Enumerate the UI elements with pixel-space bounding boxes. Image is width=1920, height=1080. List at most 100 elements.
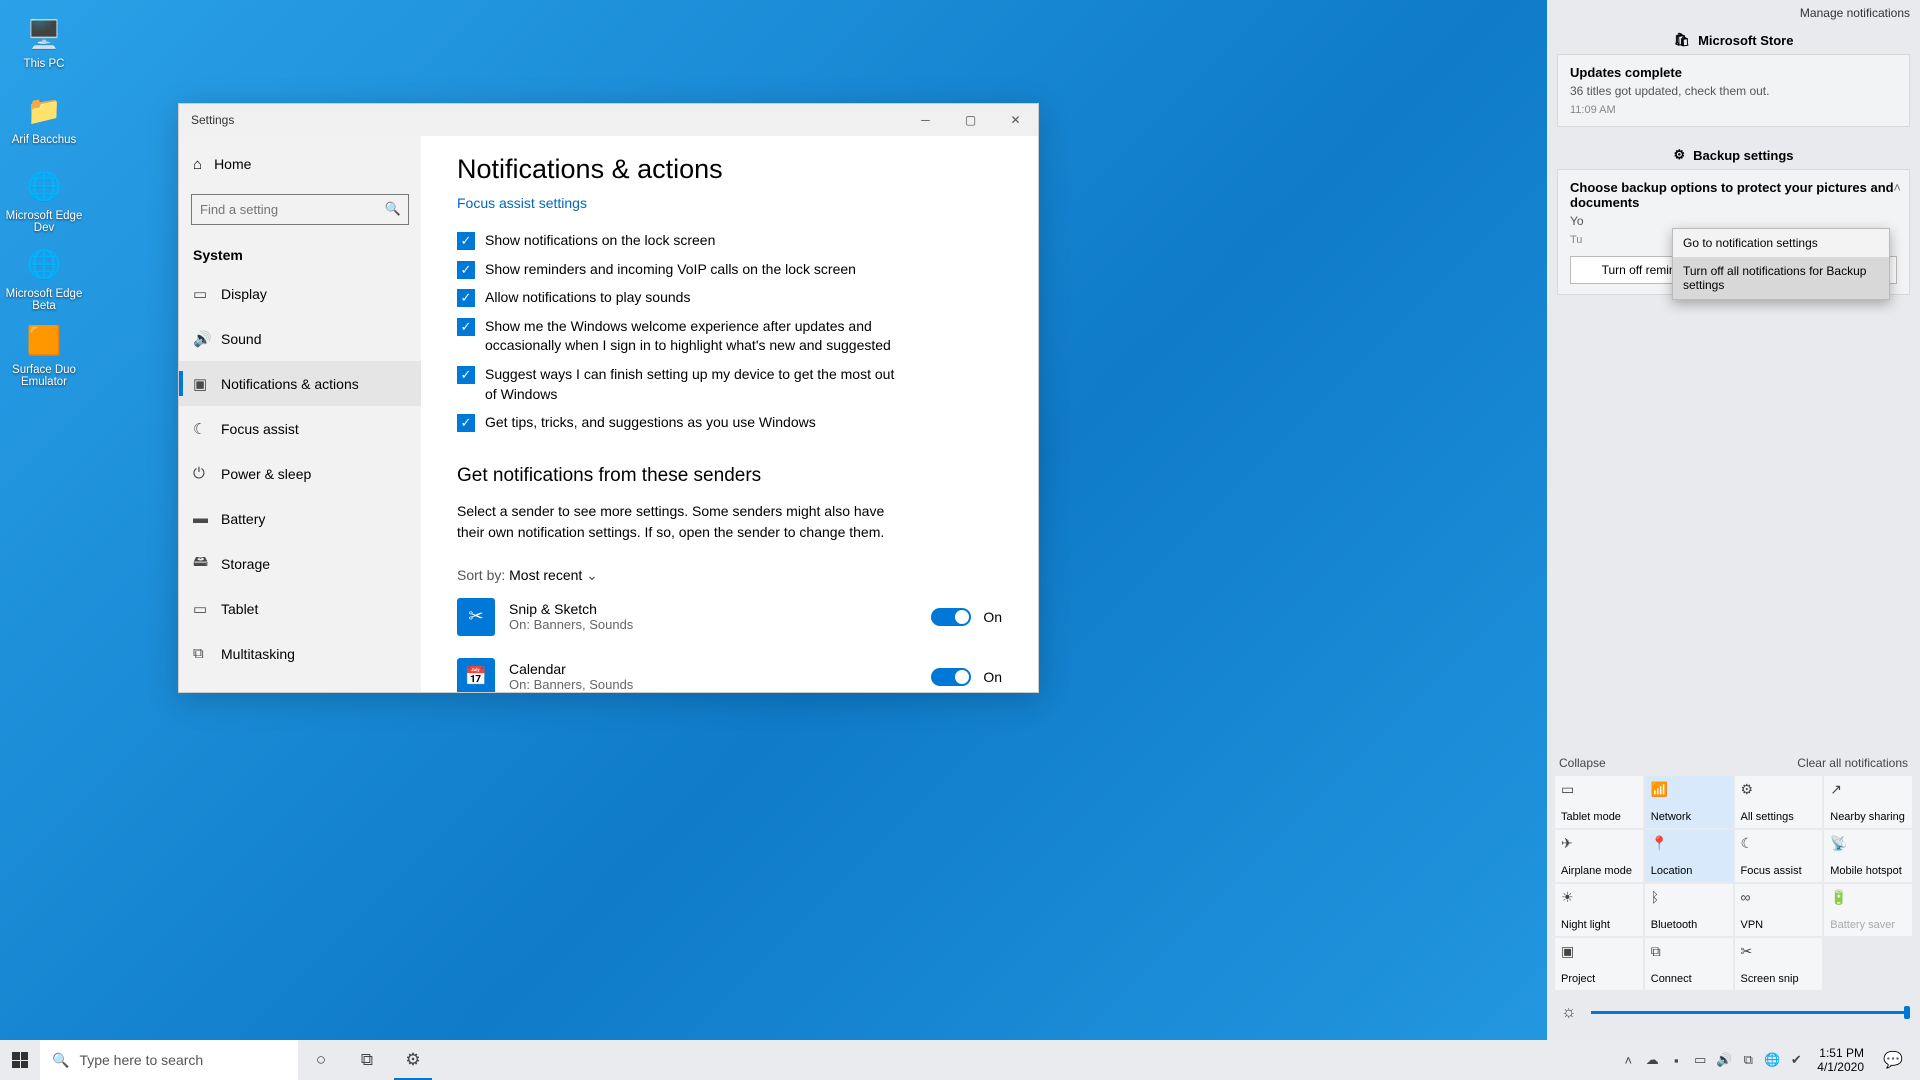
checkbox-label: Allow notifications to play sounds [485,288,690,308]
checkbox-row[interactable]: ✓ Suggest ways I can finish setting up m… [457,365,1002,404]
clear-all-button[interactable]: Clear all notifications [1797,756,1908,770]
quick-action-tile[interactable]: ᛒ Bluetooth [1645,884,1733,936]
nav-item[interactable]: 🖴 Storage [179,541,421,586]
search-icon: 🔍 [385,201,401,217]
brightness-slider[interactable]: ☼ [1547,992,1920,1040]
minimize-button[interactable]: ─ [903,104,948,135]
system-tray: ˄ ☁ ▪ ▭ 🔊 ⧉ 🌐 ✔ 1:51 PM 4/1/2020 💬 [1617,1046,1920,1075]
nav-icon: ☾ [193,420,221,438]
page-title: Notifications & actions [457,154,1002,185]
nav-item[interactable]: ▭ Display [179,271,421,316]
search-box[interactable]: 🔍 Type here to search [40,1040,298,1080]
group-header[interactable]: 🛍 Microsoft Store [1557,26,1910,54]
quick-action-tile[interactable]: 📶 Network [1645,776,1733,828]
quick-action-tile[interactable]: ∞ VPN [1735,884,1823,936]
tray-onedrive-icon[interactable]: ☁ [1641,1052,1663,1068]
quick-action-tile[interactable]: ✂ Screen snip [1735,938,1823,990]
checkbox-row[interactable]: ✓ Get tips, tricks, and suggestions as y… [457,413,1002,433]
quick-action-tile[interactable]: 📍 Location [1645,830,1733,882]
tray-network-icon[interactable]: ▭ [1689,1052,1711,1068]
titlebar[interactable]: Settings ─ ▢ ✕ [179,104,1038,136]
sender-toggle[interactable] [931,668,971,686]
desktop-icon[interactable]: 🌐 Microsoft Edge Dev [0,166,88,234]
tray-security-icon[interactable]: ✔ [1785,1052,1807,1068]
taskbar-clock[interactable]: 1:51 PM 4/1/2020 [1809,1046,1872,1075]
desktop-icon[interactable]: 📁 Arif Bacchus [0,90,88,146]
group-header[interactable]: ⚙ Backup settings [1557,141,1910,169]
tray-nvidia-icon[interactable]: ▪ [1665,1053,1687,1068]
nav-label: Sound [221,331,261,347]
sender-icon: 📅 [457,658,495,692]
sort-dropdown[interactable]: Sort by: Most recent ⌄ [457,567,1002,584]
quick-action-tile[interactable]: ☾ Focus assist [1735,830,1823,882]
desktop-icon[interactable]: 🖥️ This PC [0,14,88,70]
maximize-button[interactable]: ▢ [948,104,993,135]
sender-row[interactable]: 📅 Calendar On: Banners, Sounds On [457,658,1002,692]
task-view-button[interactable]: ⧉ [344,1040,390,1080]
tile-icon: ▭ [1561,781,1637,798]
quick-action-tile[interactable]: ⚙ All settings [1735,776,1823,828]
sender-toggle[interactable] [931,608,971,626]
nav-item[interactable]: 🔊 Sound [179,316,421,361]
brightness-icon: ☼ [1561,1002,1577,1022]
quick-action-tile[interactable]: ▣ Project [1555,938,1643,990]
quick-action-tile[interactable]: ⧉ Connect [1645,938,1733,990]
search-input[interactable] [191,194,409,225]
manage-notifications-link[interactable]: Manage notifications [1547,0,1920,26]
nav-item[interactable]: ▭ Tablet [179,586,421,631]
notification-card[interactable]: Updates complete 36 titles got updated, … [1557,54,1910,127]
nav-item[interactable]: ⏻ Power & sleep [179,451,421,496]
quick-action-tile[interactable]: ✈ Airplane mode [1555,830,1643,882]
chevron-up-icon[interactable]: ˄ [1893,180,1901,195]
desktop-icon-label: Arif Bacchus [0,134,88,146]
quick-action-tile[interactable]: 📡 Mobile hotspot [1824,830,1912,882]
cortana-button[interactable]: ○ [298,1040,344,1080]
quick-action-tile[interactable]: ▭ Tablet mode [1555,776,1643,828]
desktop-icon[interactable]: 🟧 Surface Duo Emulator [0,320,88,388]
nav-label: Battery [221,511,265,527]
tile-label: Bluetooth [1651,919,1727,931]
home-nav[interactable]: ⌂ Home [179,144,421,184]
quick-action-tile[interactable]: ☀ Night light [1555,884,1643,936]
tile-label: Mobile hotspot [1830,865,1906,877]
tile-icon: 📡 [1830,835,1906,852]
collapse-button[interactable]: Collapse [1559,756,1606,770]
chevron-down-icon: ⌄ [586,567,598,583]
nav-item[interactable]: ⧉ Multitasking [179,631,421,676]
checkbox-row[interactable]: ✓ Show me the Windows welcome experience… [457,317,1002,356]
ctx-turn-off[interactable]: Turn off all notifications for Backup se… [1673,257,1889,299]
tray-ime-icon[interactable]: 🌐 [1761,1052,1783,1068]
desktop-icon-glyph: 🌐 [24,244,64,284]
start-button[interactable] [0,1040,40,1080]
checkbox-row[interactable]: ✓ Show notifications on the lock screen [457,231,1002,251]
checkbox-label: Show notifications on the lock screen [485,231,715,251]
nav-item[interactable]: ▣ Notifications & actions [179,361,421,406]
focus-assist-link[interactable]: Focus assist settings [457,195,1002,211]
window-body: ⌂ Home 🔍 System ▭ Display 🔊 Sound ▣ Noti… [179,136,1038,692]
close-button[interactable]: ✕ [993,104,1038,135]
tray-chevron-icon[interactable]: ˄ [1617,1053,1639,1068]
ctx-go-settings[interactable]: Go to notification settings [1673,229,1889,257]
store-icon: 🛍 [1674,32,1691,48]
quick-action-tile[interactable]: ↗ Nearby sharing [1824,776,1912,828]
tray-app-icon[interactable]: ⧉ [1737,1052,1759,1068]
senders-heading: Get notifications from these senders [457,465,1002,487]
tile-label: Connect [1651,973,1727,985]
sender-row[interactable]: ✂ Snip & Sketch On: Banners, Sounds On [457,598,1002,636]
checkbox-row[interactable]: ✓ Allow notifications to play sounds [457,288,1002,308]
tile-label: Battery saver [1830,919,1906,931]
nav-item[interactable]: ▣ Projecting to this PC [179,676,421,692]
nav-item[interactable]: ▬ Battery [179,496,421,541]
nav-icon: ▣ [193,375,221,393]
nav-item[interactable]: ☾ Focus assist [179,406,421,451]
nav-icon: ⧉ [193,645,221,662]
nav-label: Power & sleep [221,466,311,482]
action-center-button[interactable]: 💬 [1874,1050,1912,1070]
quick-action-tile[interactable]: 🔋 Battery saver [1824,884,1912,936]
tray-volume-icon[interactable]: 🔊 [1713,1052,1735,1068]
checkbox-label: Show me the Windows welcome experience a… [485,317,905,356]
desktop-icon[interactable]: 🌐 Microsoft Edge Beta [0,244,88,312]
taskbar-settings-button[interactable]: ⚙ [390,1040,436,1080]
checkbox-row[interactable]: ✓ Show reminders and incoming VoIP calls… [457,260,1002,280]
content-pane: Notifications & actions Focus assist set… [421,136,1038,692]
